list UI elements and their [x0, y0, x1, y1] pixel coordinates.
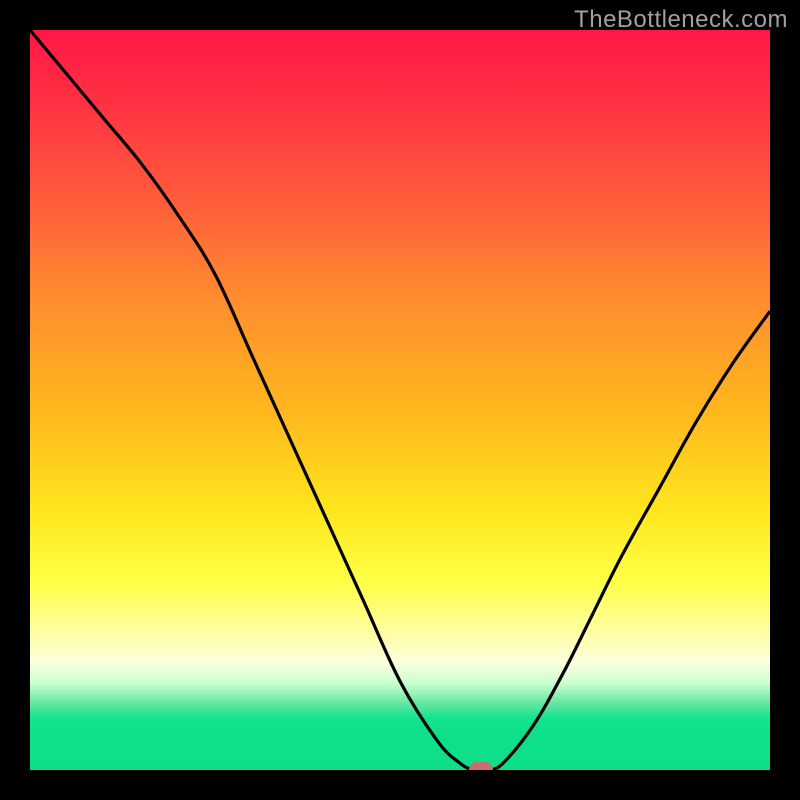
chart-stage: TheBottleneck.com [0, 0, 800, 800]
curve-path [30, 30, 770, 770]
plot-area [30, 30, 770, 770]
bottleneck-curve [30, 30, 770, 770]
minimum-marker [469, 762, 493, 770]
